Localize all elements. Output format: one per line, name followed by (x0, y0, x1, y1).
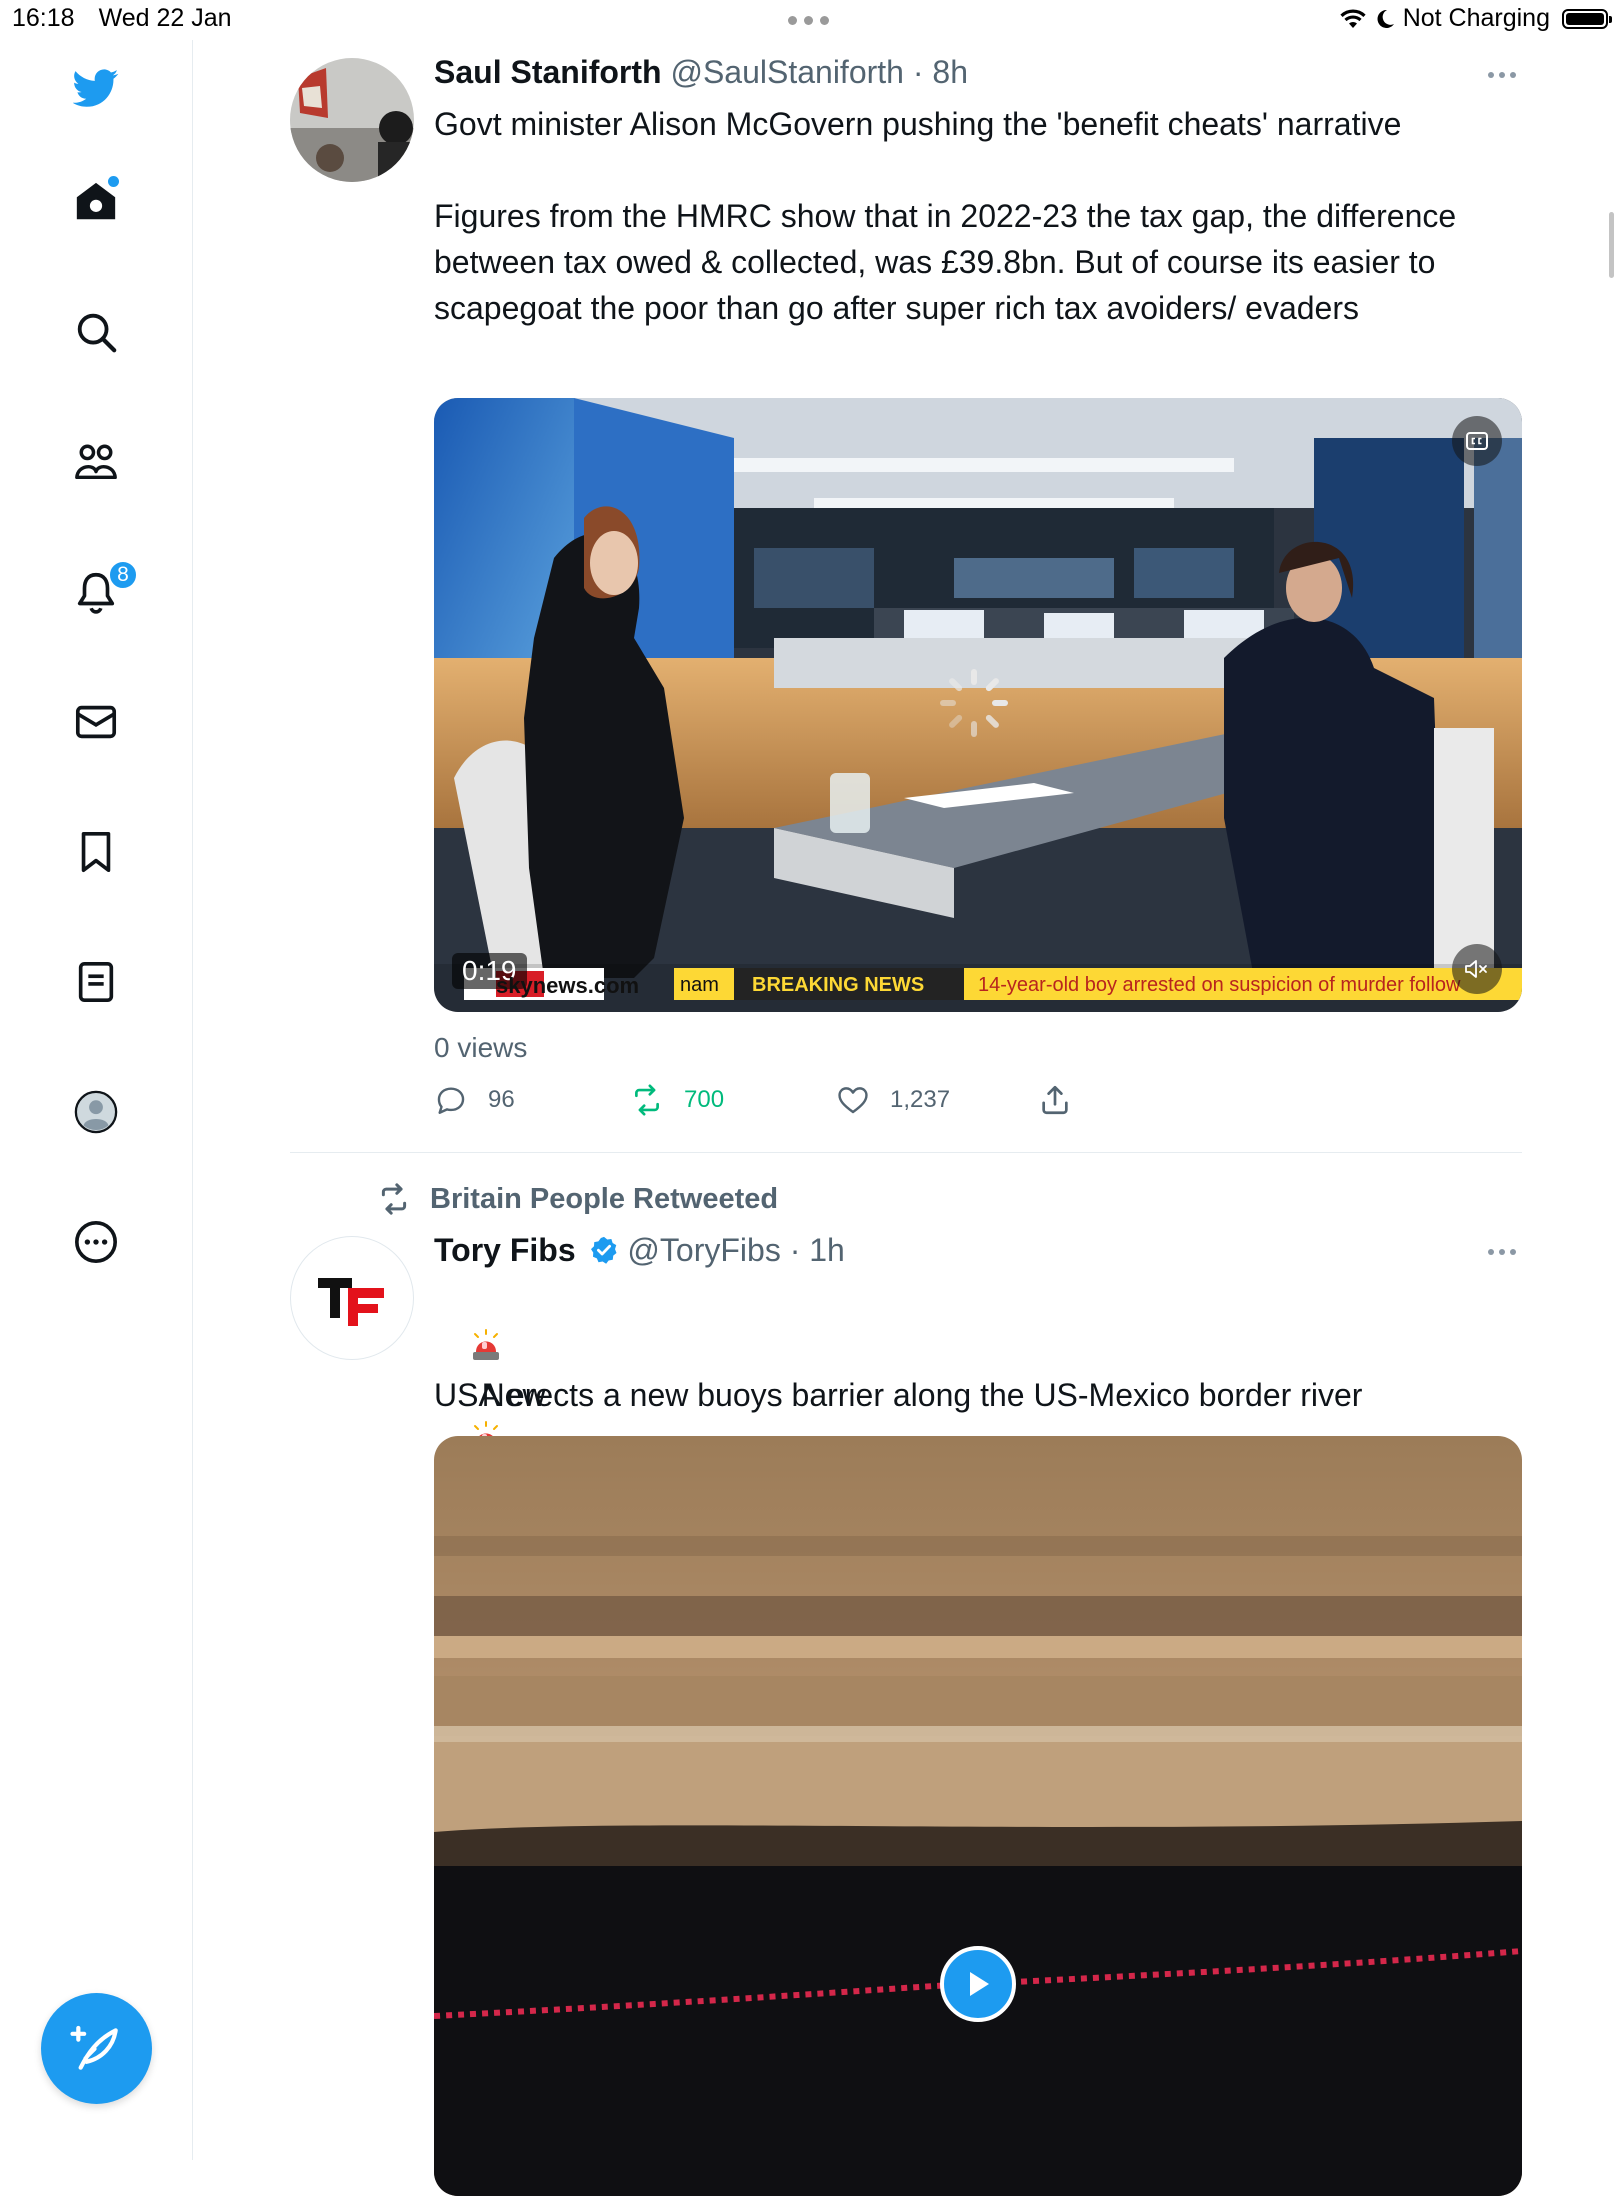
moon-icon (1377, 9, 1394, 28)
tweet-author-handle[interactable]: @SaulStaniforth (670, 54, 904, 90)
people-icon (75, 444, 117, 480)
tweet-time[interactable]: 8h (932, 54, 968, 90)
avatar[interactable] (290, 58, 414, 182)
verified-badge-icon (590, 1236, 617, 1264)
tweet-text: Govt minister Alison McGovern pushing th… (434, 106, 1457, 326)
sidebar-item-explore[interactable] (58, 294, 134, 370)
tweet-time[interactable]: 1h (809, 1232, 845, 1268)
retweeted-by-line[interactable]: Britain People Retweeted (374, 1182, 778, 1216)
search-icon (77, 313, 117, 353)
sidebar-item-messages[interactable] (58, 684, 134, 760)
battery-icon (1562, 8, 1612, 29)
sidebar-item-lists[interactable] (58, 944, 134, 1020)
tweet-video[interactable]: 0:19 skynews.com nam BREAKING NEWS 14-ye… (434, 398, 1522, 1012)
sidebar-item-profile[interactable] (58, 1074, 134, 1150)
ticker-prefix: nam (680, 974, 719, 996)
sidebar-item-notifications[interactable]: 8 (58, 554, 138, 630)
mute-icon (1465, 960, 1487, 978)
tweet-author-handle[interactable]: @ToryFibs (627, 1232, 780, 1268)
share-button[interactable] (1038, 1083, 1072, 1117)
like-count: 1,237 (890, 1086, 951, 1113)
tweet-divider (290, 1152, 1522, 1153)
tweet-video[interactable] (434, 1436, 1522, 2196)
sidebar-item-home[interactable] (58, 164, 134, 240)
torymedia-logo (318, 1278, 384, 1326)
breaking-news-label: BREAKING NEWS (752, 974, 925, 996)
retweet-icon (381, 1183, 407, 1215)
mute-button[interactable] (1452, 944, 1502, 994)
video-frame (434, 1436, 1522, 2196)
tweet-separator: · (903, 54, 933, 90)
multitasking-dots[interactable] (788, 16, 829, 25)
tweet-author-name[interactable]: Saul Staniforth (434, 54, 662, 90)
envelope-icon (75, 705, 117, 739)
like-button[interactable]: 1,237 (836, 1083, 950, 1117)
retweet-button[interactable]: 700 (630, 1083, 724, 1117)
reply-button[interactable]: 96 (434, 1083, 515, 1117)
charging-status: Not Charging (1402, 4, 1550, 32)
tweet-actions: 96 700 1,237 (434, 1083, 1134, 1123)
captions-button[interactable] (1452, 416, 1502, 466)
tweet-more-button[interactable] (1488, 1249, 1516, 1255)
view-count: 0 views (434, 1032, 528, 1063)
retweet-icon (635, 1084, 659, 1116)
retweeted-by-text: Britain People Retweeted (430, 1182, 779, 1215)
list-icon (78, 961, 114, 1003)
ticker-headline: 14-year-old boy arrested on suspicion of… (978, 974, 1461, 996)
status-date: Wed 22 Jan (98, 4, 232, 32)
scrollbar[interactable] (1609, 212, 1614, 278)
play-icon (970, 1972, 989, 1996)
ticker-site: skynews.com (496, 973, 640, 998)
play-button[interactable] (940, 1946, 1016, 2022)
retweet-count: 700 (684, 1086, 725, 1113)
sidebar-item-more[interactable] (58, 1204, 134, 1280)
siren-emoji-icon (472, 1329, 499, 1360)
sidebar: 8 (0, 40, 193, 2160)
profile-icon (74, 1090, 118, 1134)
sidebar-item-communities[interactable] (58, 424, 134, 500)
more-icon (75, 1221, 117, 1263)
sidebar-item-bookmarks[interactable] (58, 814, 134, 890)
bookmark-icon (81, 831, 111, 873)
heart-icon (838, 1087, 868, 1114)
cc-icon (1466, 432, 1488, 450)
wifi-icon (1340, 9, 1366, 28)
reply-count: 96 (488, 1086, 515, 1113)
status-bar: 16:18 Wed 22 Jan Not Charging (0, 0, 1620, 40)
notifications-badge: 8 (108, 560, 138, 590)
twitter-logo-icon[interactable] (58, 50, 134, 126)
compose-feather-icon (69, 2025, 118, 2070)
tweet-author-name[interactable]: Tory Fibs (434, 1232, 576, 1268)
status-time: 16:18 (12, 4, 75, 32)
share-icon (1042, 1085, 1068, 1115)
tweet-text: USA erects a new buoys barrier along the… (434, 1377, 1363, 1413)
reply-icon (437, 1087, 465, 1114)
tweet-more-button[interactable] (1488, 72, 1516, 78)
avatar[interactable] (290, 1236, 414, 1360)
compose-tweet-button[interactable] (41, 1993, 152, 2104)
video-frame (434, 398, 1522, 1012)
home-unread-dot (108, 176, 119, 187)
tweet-separator: · (780, 1232, 810, 1268)
